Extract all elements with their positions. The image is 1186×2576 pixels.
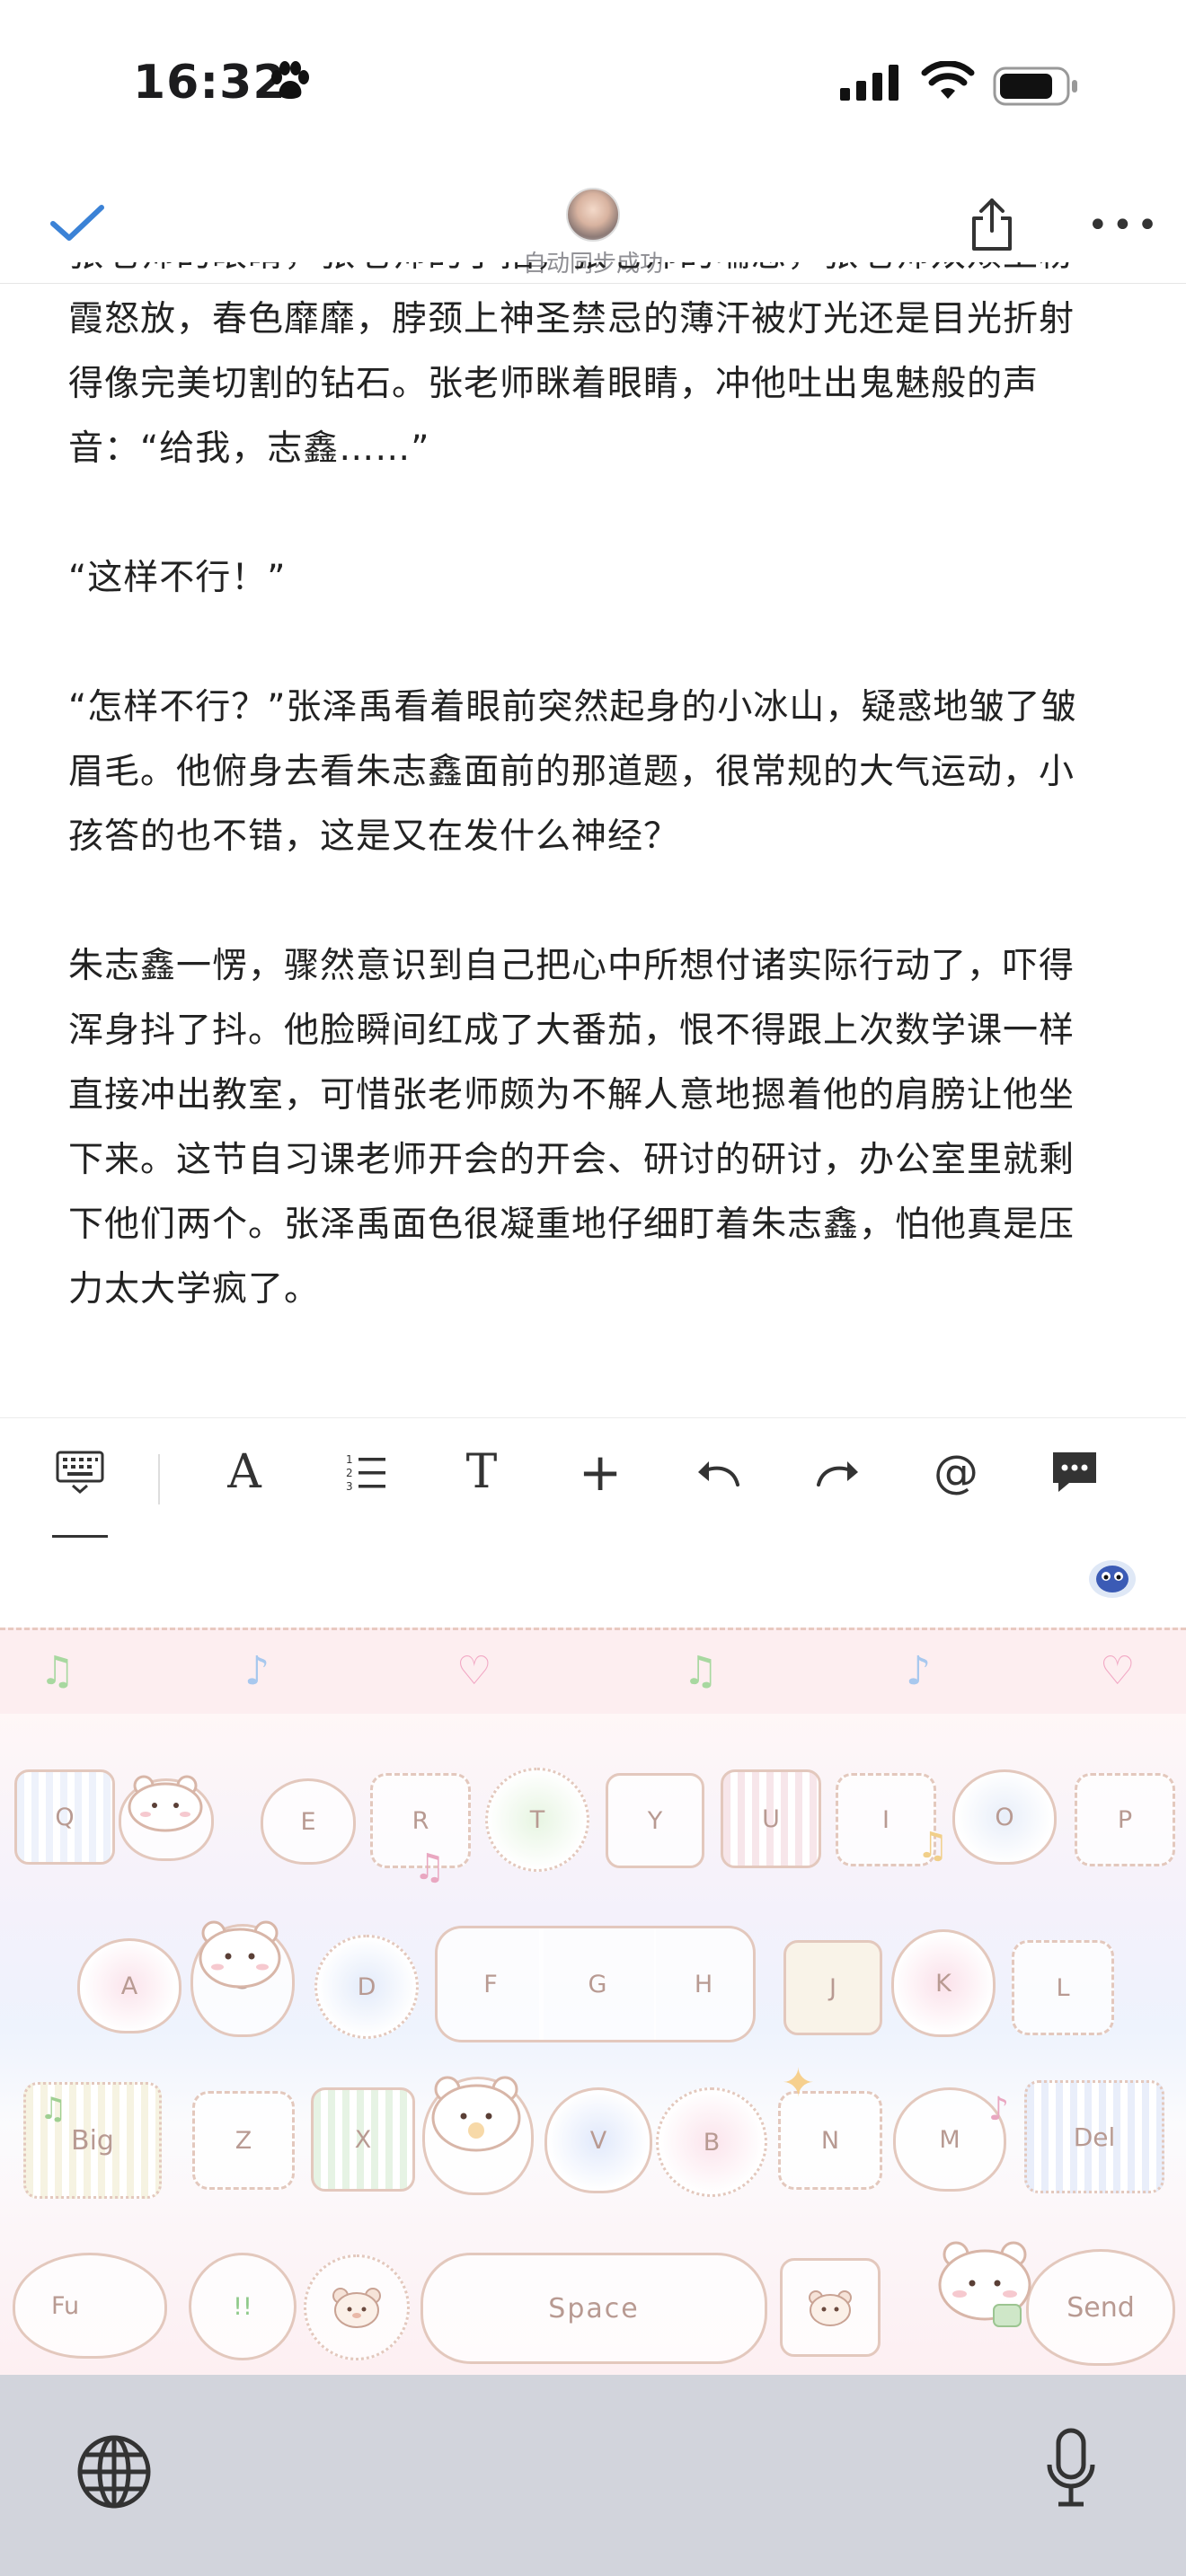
bear-decoration-icon bbox=[431, 2076, 521, 2152]
key-p[interactable]: P bbox=[1075, 1773, 1175, 1866]
music-note-icon: ♫ bbox=[40, 2091, 67, 2127]
font-style-button[interactable]: A bbox=[219, 1445, 270, 1499]
status-time: 16:32 bbox=[133, 56, 287, 110]
heading-button[interactable]: T bbox=[456, 1445, 507, 1499]
note-content[interactable]: 张老师的眼睛，张老师的手指，张老师的喘息，张老师双颊上粉霞怒放，春色靡靡，脖颈上… bbox=[68, 262, 1102, 1360]
key-e[interactable]: E bbox=[261, 1778, 356, 1865]
music-note-icon: ♫ bbox=[40, 1648, 75, 1694]
svg-text:2: 2 bbox=[346, 1467, 353, 1479]
heart-icon: ♡ bbox=[1100, 1648, 1136, 1694]
wifi-icon bbox=[921, 61, 975, 99]
music-note-icon: ♫ bbox=[683, 1648, 719, 1694]
done-check-icon[interactable] bbox=[49, 202, 105, 243]
svg-text:1: 1 bbox=[346, 1453, 353, 1466]
battery-icon bbox=[993, 66, 1077, 106]
svg-text:3: 3 bbox=[346, 1480, 353, 1492]
key-sticker[interactable] bbox=[780, 2258, 881, 2357]
bear-decoration-icon bbox=[199, 1920, 281, 1989]
key-x[interactable]: X bbox=[311, 2087, 415, 2192]
key-d[interactable]: D bbox=[314, 1935, 419, 2039]
key-h[interactable]: H bbox=[654, 1926, 756, 2042]
music-note-icon: ♫ bbox=[413, 1847, 446, 1888]
key-delete[interactable]: Del bbox=[1024, 2080, 1164, 2193]
avatar[interactable] bbox=[566, 188, 620, 242]
space-key[interactable]: Space bbox=[420, 2253, 767, 2364]
key-y[interactable]: Y bbox=[606, 1773, 704, 1868]
paw-icon bbox=[271, 61, 309, 99]
star-icon: ✦ bbox=[782, 2060, 815, 2106]
key-f[interactable]: F bbox=[435, 1926, 544, 2042]
key-t[interactable]: T bbox=[485, 1768, 589, 1872]
music-note-icon: ♪ bbox=[244, 1648, 270, 1694]
keyboard: Q W E R T Y U I O P A S D F G H J K L Bi… bbox=[0, 1714, 1186, 2375]
mention-button[interactable]: @ bbox=[929, 1445, 983, 1499]
keyboard-system-bar bbox=[0, 2375, 1186, 2576]
key-emoji[interactable] bbox=[304, 2254, 410, 2360]
globe-icon[interactable] bbox=[75, 2433, 153, 2510]
key-j[interactable]: J bbox=[783, 1940, 882, 2035]
key-a[interactable]: A bbox=[77, 1938, 181, 2033]
format-toolbar: A 1 2 3 T + @ bbox=[0, 1417, 1186, 1544]
key-g[interactable]: G bbox=[539, 1926, 656, 2042]
paragraph: 朱志鑫一愣，骤然意识到自己把心中所想付诸实际行动了，吓得浑身抖了抖。他脸瞬间红成… bbox=[68, 946, 1075, 1310]
cellular-signal-icon bbox=[840, 65, 898, 101]
bear-face-icon bbox=[809, 2290, 852, 2326]
key-b[interactable]: B bbox=[656, 2087, 767, 2197]
bear-face-icon bbox=[332, 2288, 381, 2328]
music-note-icon: ♪ bbox=[988, 2091, 1009, 2128]
keyboard-mascot-icon[interactable] bbox=[1085, 1554, 1139, 1601]
keyboard-toggle-icon[interactable] bbox=[52, 1445, 108, 1499]
key-z[interactable]: Z bbox=[192, 2091, 295, 2190]
key-numbers[interactable]: !! bbox=[189, 2253, 296, 2360]
paragraph: “怎样不行？”张泽禹看着眼前突然起身的小冰山，疑惑地皱了皱眉毛。他俯身去看朱志鑫… bbox=[68, 687, 1077, 857]
send-key[interactable]: Send bbox=[1026, 2249, 1175, 2366]
toolbar-divider bbox=[158, 1454, 160, 1504]
comment-icon[interactable] bbox=[1048, 1445, 1102, 1499]
key-o[interactable]: O bbox=[952, 1769, 1057, 1865]
paragraph: “这样不行！” bbox=[68, 558, 287, 598]
list-icon[interactable]: 1 2 3 bbox=[341, 1445, 392, 1499]
active-tab-indicator bbox=[52, 1535, 108, 1538]
key-u[interactable]: U bbox=[721, 1769, 821, 1868]
key-q[interactable]: Q bbox=[14, 1769, 115, 1865]
keyboard-decor-band: ♫ ♪ ♡ ♫ ♪ ♡ bbox=[0, 1628, 1186, 1719]
heart-icon: ♡ bbox=[456, 1648, 492, 1694]
more-options-icon[interactable]: ••• bbox=[1087, 207, 1162, 243]
paragraph: 张老师的眼睛，张老师的手指，张老师的喘息，张老师双颊上粉霞怒放，春色靡靡，脖颈上… bbox=[68, 262, 1075, 469]
bear-decoration-icon bbox=[938, 2241, 1031, 2327]
redo-icon[interactable] bbox=[810, 1445, 864, 1499]
bear-decoration-icon bbox=[128, 1775, 203, 1832]
key-l[interactable]: L bbox=[1012, 1940, 1114, 2035]
share-icon[interactable] bbox=[970, 197, 1013, 252]
music-note-icon: ♫ bbox=[916, 1825, 949, 1866]
undo-icon[interactable] bbox=[692, 1445, 746, 1499]
key-v[interactable]: V bbox=[544, 2087, 652, 2193]
key-k[interactable]: K bbox=[891, 1929, 996, 2037]
key-function[interactable]: Fu bbox=[13, 2253, 167, 2359]
keyboard-top-strip bbox=[0, 1545, 1186, 1626]
status-bar: 16:32 bbox=[0, 0, 1186, 171]
add-icon[interactable]: + bbox=[575, 1442, 625, 1503]
music-note-icon: ♪ bbox=[906, 1648, 932, 1694]
microphone-icon[interactable] bbox=[1044, 2427, 1098, 2510]
